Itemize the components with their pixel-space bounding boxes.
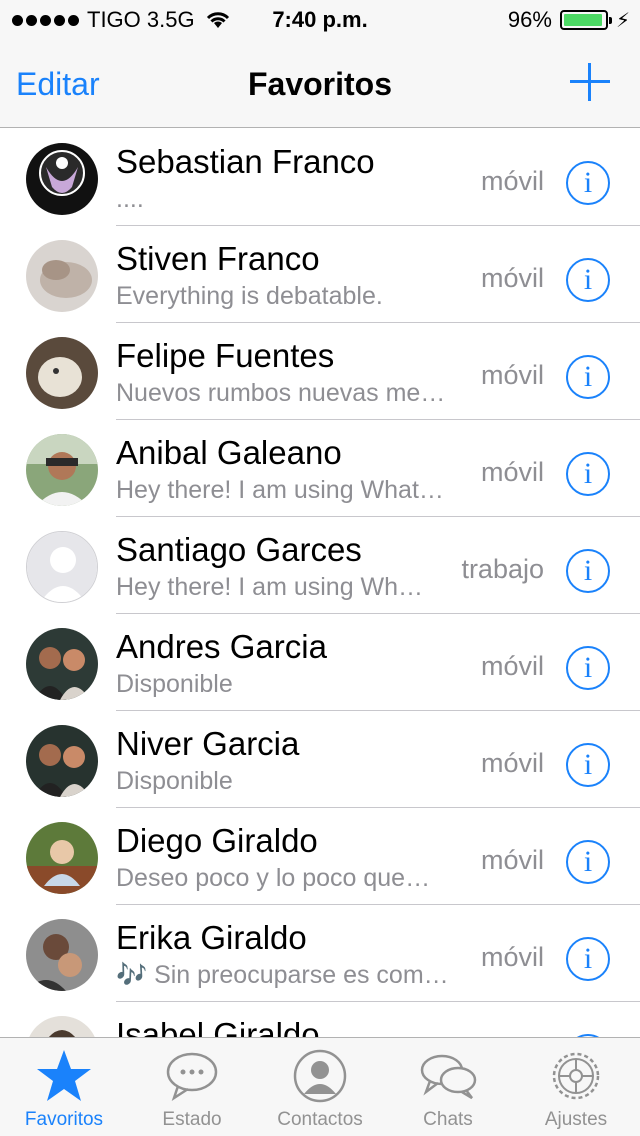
list-item[interactable]: Sebastian Franco .... móvil i <box>0 129 640 226</box>
gear-icon <box>552 1052 600 1100</box>
contact-status: Disponible <box>116 670 233 698</box>
tab-favoritos[interactable]: Favoritos <box>0 1038 128 1136</box>
favorites-list[interactable]: Sebastian Franco .... móvil i Stiven Fra… <box>0 129 640 1037</box>
tab-ajustes[interactable]: Ajustes <box>512 1038 640 1136</box>
contact-name: Niver Garcia <box>116 725 300 762</box>
list-item[interactable]: Stiven Franco Everything is debatable. m… <box>0 226 640 323</box>
info-button[interactable]: i <box>566 743 610 787</box>
tab-label: Contactos <box>277 1109 363 1130</box>
info-button[interactable]: i <box>566 549 610 593</box>
info-button[interactable]: i <box>566 840 610 884</box>
phone-type: trabajo <box>461 554 544 584</box>
list-item[interactable]: Santiago Garces Hey there! I am using Wh… <box>0 517 640 614</box>
avatar <box>26 725 98 797</box>
avatar <box>26 240 98 312</box>
phone-type: móvil <box>480 166 544 196</box>
add-favorite-button[interactable] <box>568 60 612 104</box>
page-title: Favoritos <box>247 66 393 102</box>
info-button[interactable]: i <box>566 937 610 981</box>
battery-icon <box>559 10 612 30</box>
info-button[interactable]: i <box>566 161 610 205</box>
tab-estado[interactable]: Estado <box>128 1038 256 1136</box>
tab-label: Ajustes <box>544 1109 608 1130</box>
list-item[interactable]: Anibal Galeano Hey there! I am using Wha… <box>0 420 640 517</box>
contact-name: Isabel Giraldo <box>116 1016 320 1037</box>
chats-icon <box>420 1054 477 1100</box>
contact-status: Disponible <box>116 767 233 795</box>
phone-type: móvil <box>480 748 544 778</box>
contact-status: 🎶 Sin preocuparse es com… <box>116 961 449 989</box>
contact-name: Santiago Garces <box>116 531 362 568</box>
contact-status: Everything is debatable. <box>116 282 383 310</box>
info-button[interactable]: i <box>566 646 610 690</box>
tab-chats[interactable]: Chats <box>384 1038 512 1136</box>
avatar <box>26 143 98 215</box>
speech-bubble-icon <box>166 1052 218 1101</box>
avatar <box>26 1016 98 1037</box>
list-item[interactable]: Erika Giraldo 🎶 Sin preocuparse es com… … <box>0 905 640 1002</box>
list-item[interactable]: Isabel Giraldo i <box>0 1002 640 1037</box>
avatar <box>26 822 98 894</box>
battery-percent: 96% <box>507 7 552 32</box>
tab-contactos[interactable]: Contactos <box>256 1038 384 1136</box>
info-button[interactable]: i <box>566 258 610 302</box>
contact-status: Nuevos rumbos nuevas me… <box>116 379 446 407</box>
contact-icon <box>293 1049 347 1103</box>
avatar <box>26 628 98 700</box>
avatar <box>26 531 98 603</box>
contact-name: Andres Garcia <box>116 628 327 665</box>
list-item[interactable]: Niver Garcia Disponible móvil i <box>0 711 640 808</box>
star-icon <box>37 1050 91 1101</box>
phone-type: móvil <box>480 942 544 972</box>
list-item[interactable]: Felipe Fuentes Nuevos rumbos nuevas me… … <box>0 323 640 420</box>
phone-type: móvil <box>480 457 544 487</box>
tab-bar: Favoritos Estado Contactos Chats Ajustes <box>0 1037 640 1136</box>
contact-name: Sebastian Franco <box>116 143 375 180</box>
contact-name: Erika Giraldo <box>116 919 307 956</box>
tab-label: Estado <box>162 1109 222 1130</box>
list-item[interactable]: Andres Garcia Disponible móvil i <box>0 614 640 711</box>
contact-status: Hey there! I am using Wh… <box>116 573 424 601</box>
avatar <box>26 919 98 991</box>
info-button[interactable]: i <box>566 355 610 399</box>
contact-status: .... <box>116 185 144 213</box>
contact-name: Stiven Franco <box>116 240 320 277</box>
phone-type: móvil <box>480 845 544 875</box>
phone-type: móvil <box>480 651 544 681</box>
phone-type: móvil <box>480 263 544 293</box>
info-button[interactable]: i <box>566 452 610 496</box>
tab-label: Chats <box>423 1109 473 1130</box>
charging-icon: ⚡ <box>615 9 630 32</box>
list-item[interactable]: Diego Giraldo Deseo poco y lo poco que… … <box>0 808 640 905</box>
status-bar: TIGO 3.5G 7:40 p.m. 96% ⚡ <box>0 0 640 40</box>
phone-type: móvil <box>480 360 544 390</box>
contact-name: Felipe Fuentes <box>116 337 335 374</box>
contact-name: Anibal Galeano <box>116 434 342 471</box>
tab-label: Favoritos <box>24 1109 104 1130</box>
contact-status: Hey there! I am using What… <box>116 476 444 504</box>
avatar <box>26 434 98 506</box>
contact-name: Diego Giraldo <box>116 822 318 859</box>
avatar <box>26 337 98 409</box>
contact-status: Deseo poco y lo poco que… <box>116 864 431 892</box>
navigation-bar: Editar Favoritos <box>0 40 640 128</box>
